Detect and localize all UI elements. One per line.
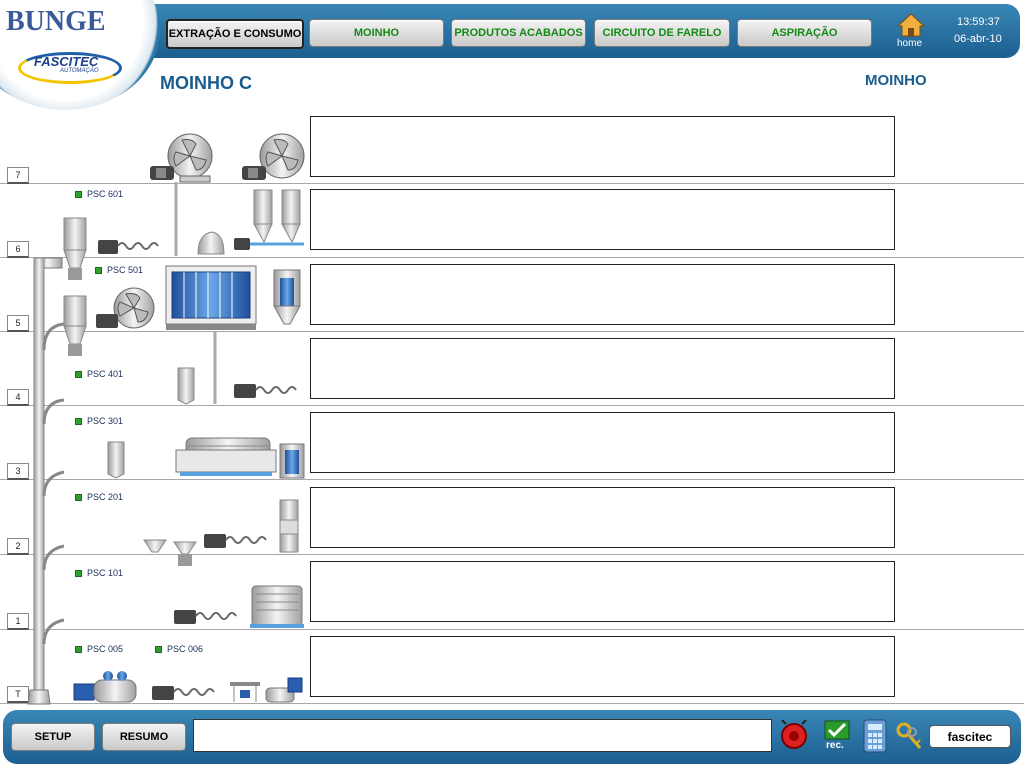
nav-extracao-consumo[interactable]: EXTRAÇÃO E CONSUMO [166, 19, 304, 49]
fascitec-logo-sub: AUTOMAÇÃO [60, 68, 99, 74]
detacher-column[interactable] [279, 499, 299, 553]
blower-unit[interactable] [73, 671, 137, 703]
floor-6-message-box [310, 189, 895, 250]
screw-conveyor[interactable] [174, 610, 237, 624]
fan-icon[interactable] [96, 287, 155, 329]
packing-machine[interactable] [250, 585, 304, 628]
screw-conveyor[interactable] [234, 384, 297, 398]
page-title: MOINHO C [160, 73, 252, 93]
floor-5-message-box [310, 264, 895, 325]
filter-hopper[interactable] [63, 295, 87, 356]
scale-table[interactable] [230, 682, 260, 702]
screw-conveyor[interactable] [98, 240, 159, 254]
floor-2-message-box [310, 487, 895, 548]
screw-conveyor[interactable] [204, 534, 267, 548]
rotary-valve[interactable] [279, 443, 305, 479]
calculator-icon[interactable] [862, 718, 888, 754]
current-user[interactable]: fascitec [929, 725, 1011, 748]
home-label: home [897, 38, 923, 49]
nav-produtos-acabados[interactable]: PRODUTOS ACABADOS [451, 19, 586, 47]
rec-label: rec. [826, 740, 844, 751]
clock-time: 13:59:37 [957, 16, 1000, 28]
nav-aspiracao[interactable]: ASPIRAÇÃO [737, 19, 872, 47]
floor-1-message-box [310, 561, 895, 622]
filter-hopper[interactable] [63, 217, 87, 280]
chute[interactable] [107, 441, 125, 479]
home-icon [896, 13, 926, 37]
checkmark-icon [824, 720, 850, 740]
floor-4-message-box [310, 338, 895, 399]
alarm-message-field [193, 719, 772, 752]
clock-date: 06-abr-10 [954, 33, 1002, 45]
fascitec-logo: FASCITEC [34, 54, 99, 69]
keys-icon[interactable] [896, 722, 924, 752]
fan-icon[interactable] [242, 133, 305, 180]
sifter-small[interactable] [197, 231, 225, 255]
bunge-logo: BUNGE [6, 6, 106, 37]
process-diagram [27, 133, 305, 705]
floor-t-message-box [310, 636, 895, 697]
chute[interactable] [177, 367, 195, 405]
cyclone-pair[interactable] [234, 189, 304, 250]
bucket-elevator[interactable] [27, 257, 65, 705]
setup-button[interactable]: SETUP [11, 723, 95, 751]
section-title: MOINHO [865, 72, 927, 89]
floor-3-message-box [310, 412, 895, 473]
nav-moinho[interactable]: MOINHO [309, 19, 444, 47]
funnel[interactable] [143, 539, 197, 566]
screw-conveyor[interactable] [152, 686, 215, 700]
alarm-bell-icon[interactable] [778, 720, 810, 752]
roller-mill[interactable] [175, 437, 277, 476]
rotary-valve[interactable] [273, 269, 301, 325]
plansifter[interactable] [165, 265, 257, 330]
nav-circuito-farelo[interactable]: CIRCUITO DE FARELO [594, 19, 730, 47]
floor-7-message-box [310, 116, 895, 177]
acknowledge-button[interactable]: rec. [824, 720, 854, 754]
home-button[interactable]: home [895, 12, 927, 52]
compressor[interactable] [265, 677, 303, 703]
resumo-button[interactable]: RESUMO [102, 723, 186, 751]
fan-icon[interactable] [150, 133, 213, 183]
